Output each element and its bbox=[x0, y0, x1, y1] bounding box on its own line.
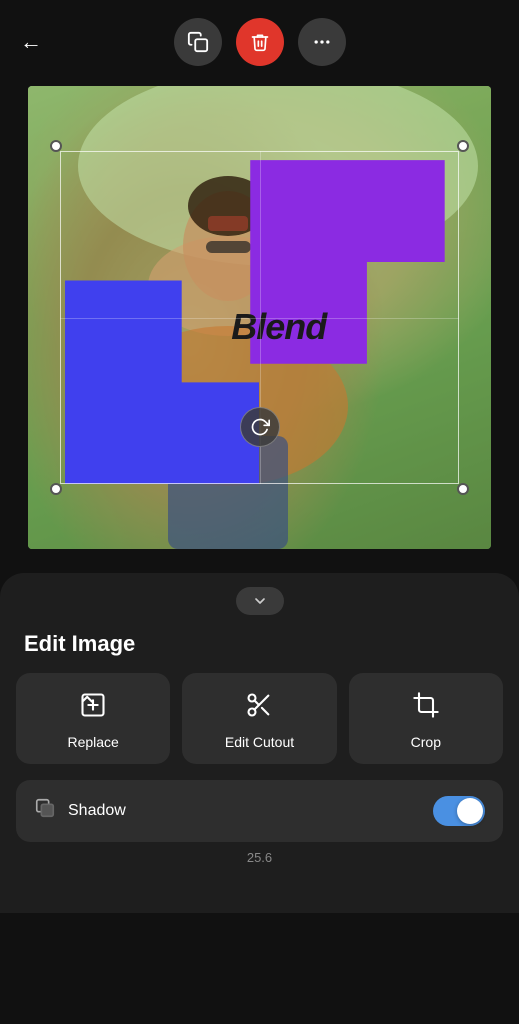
replace-label: Replace bbox=[67, 734, 118, 750]
top-bar: ← bbox=[0, 0, 519, 78]
more-icon bbox=[312, 32, 332, 52]
scissors-icon bbox=[245, 691, 273, 724]
copy-icon bbox=[187, 31, 209, 53]
bottom-panel: Edit Image Replace bbox=[0, 573, 519, 913]
edit-buttons-row: Replace Edit Cutout Crop bbox=[0, 673, 519, 764]
shadow-icon bbox=[34, 797, 56, 825]
shadow-value: 25.6 bbox=[0, 842, 519, 865]
blend-text: Blend bbox=[231, 306, 326, 348]
collapse-section bbox=[0, 573, 519, 623]
delete-button[interactable] bbox=[236, 18, 284, 66]
edit-cutout-button[interactable]: Edit Cutout bbox=[182, 673, 336, 764]
replace-button[interactable]: Replace bbox=[16, 673, 170, 764]
top-icons bbox=[174, 18, 346, 66]
crop-label: Crop bbox=[411, 734, 441, 750]
shadow-toggle[interactable] bbox=[433, 796, 485, 826]
canvas-area: Blend bbox=[28, 86, 491, 549]
crop-icon bbox=[412, 691, 440, 724]
more-options-button[interactable] bbox=[298, 18, 346, 66]
trash-icon bbox=[250, 32, 270, 52]
replace-icon bbox=[79, 691, 107, 724]
crop-button[interactable]: Crop bbox=[349, 673, 503, 764]
copy-button[interactable] bbox=[174, 18, 222, 66]
section-title: Edit Image bbox=[0, 623, 519, 673]
chevron-down-icon bbox=[252, 593, 268, 609]
shadow-label: Shadow bbox=[68, 802, 421, 820]
canvas-image[interactable]: Blend bbox=[28, 86, 491, 549]
toggle-thumb bbox=[457, 798, 483, 824]
back-button[interactable]: ← bbox=[20, 29, 42, 55]
shadow-row: Shadow bbox=[16, 780, 503, 842]
collapse-button[interactable] bbox=[236, 587, 284, 615]
edit-cutout-label: Edit Cutout bbox=[225, 734, 294, 750]
